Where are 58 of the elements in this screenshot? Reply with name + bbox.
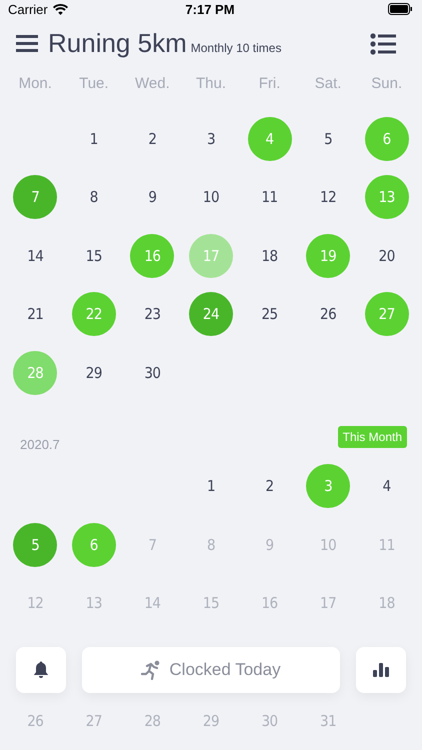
weekday-label: Tue.: [78, 74, 110, 94]
calendar-day[interactable]: 10: [188, 175, 233, 220]
calendar-day[interactable]: 9: [130, 175, 174, 220]
calendar-day[interactable]: 1: [72, 116, 116, 161]
calendar-day[interactable]: 17: [188, 234, 233, 278]
battery-icon: [388, 3, 412, 16]
weekday-label: Thu.: [194, 74, 227, 94]
bar-chart-icon: [373, 663, 389, 678]
calendar-day[interactable]: 29: [72, 350, 116, 395]
statistics-button[interactable]: [356, 647, 406, 694]
calendar-day[interactable]: 21: [13, 292, 58, 336]
calendar-day[interactable]: 15: [72, 234, 116, 278]
weekday-label: Mon.: [18, 74, 53, 94]
weekday-label: Wed.: [134, 74, 171, 94]
calendar-day[interactable]: 26: [306, 292, 350, 336]
calendar-day[interactable]: 25: [248, 292, 292, 336]
calendar-day[interactable]: 2: [130, 116, 174, 161]
reminder-button[interactable]: [16, 647, 66, 694]
calendar-day[interactable]: 12: [306, 175, 350, 220]
this-month-badge: This Month: [338, 426, 407, 448]
goal-subtitle: Monthly 10 times: [190, 40, 282, 55]
calendar-day[interactable]: 19: [306, 234, 350, 278]
calendar-day[interactable]: 4: [364, 464, 409, 508]
month-label: 2020.7: [20, 437, 60, 452]
page-title: Runing 5km: [48, 28, 187, 60]
calendar-day[interactable]: 20: [364, 234, 409, 278]
calendar-day[interactable]: 7: [13, 175, 58, 220]
calendar-day[interactable]: 1: [188, 464, 233, 508]
list-button[interactable]: [370, 32, 396, 55]
calendar-day[interactable]: 3: [188, 116, 233, 161]
calendar-day[interactable]: 16: [130, 234, 174, 278]
calendar-day[interactable]: 3: [306, 464, 350, 508]
calendar-day[interactable]: 24: [188, 292, 233, 336]
calendar-day[interactable]: 11: [248, 175, 292, 220]
calendar-day[interactable]: 5: [306, 116, 350, 161]
calendar-day[interactable]: 13: [364, 175, 409, 220]
calendar-day[interactable]: 18: [248, 234, 292, 278]
calendar-day[interactable]: 4: [248, 116, 292, 161]
calendar-day[interactable]: 23: [130, 292, 174, 336]
calendar-day[interactable]: 2: [248, 464, 292, 508]
carrier-label: Carrier: [8, 2, 48, 17]
wifi-icon: [52, 4, 68, 15]
calendar-day[interactable]: 28: [13, 350, 58, 395]
weekday-label: Sun.: [370, 74, 404, 94]
calendar-day[interactable]: 14: [13, 234, 58, 278]
clocked-today-button[interactable]: Clocked Today: [82, 647, 340, 694]
calendar-day[interactable]: 6: [72, 522, 116, 567]
calendar-day[interactable]: 30: [130, 350, 174, 395]
calendar-day[interactable]: 6: [364, 116, 409, 161]
weekday-label: Sat.: [314, 74, 342, 94]
calendar-day[interactable]: 22: [72, 292, 116, 336]
weekday-label: Fri.: [258, 74, 282, 94]
bell-icon: [33, 661, 49, 680]
calendar-day[interactable]: 5: [13, 522, 58, 567]
calendar-day[interactable]: 27: [364, 292, 409, 336]
clock-time: 7:17 PM: [185, 2, 235, 17]
menu-button[interactable]: [16, 35, 38, 52]
calendar-day[interactable]: 8: [72, 175, 116, 220]
